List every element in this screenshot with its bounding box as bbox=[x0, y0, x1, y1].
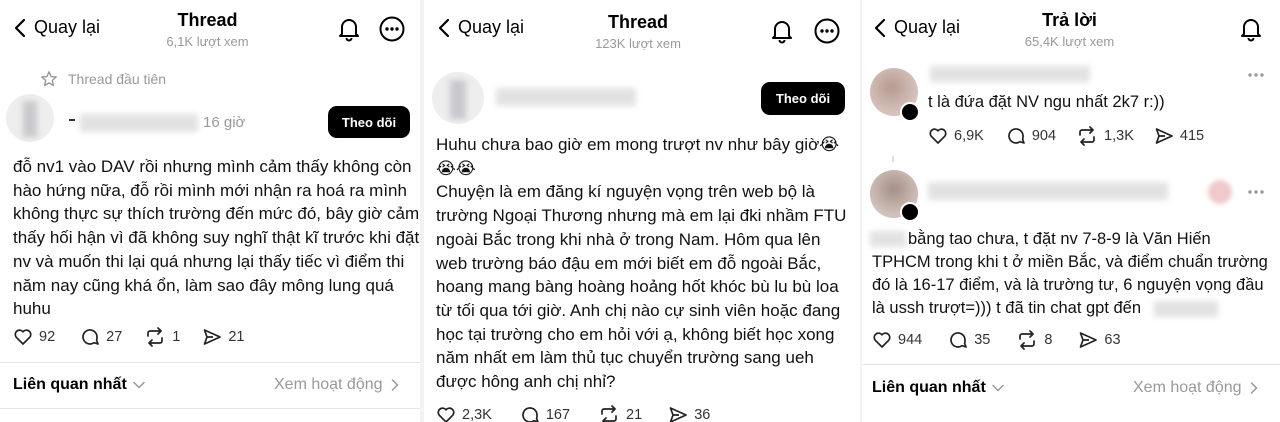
follow-button[interactable]: Theo dõi bbox=[761, 82, 845, 115]
repost-icon bbox=[1079, 126, 1095, 146]
share-button[interactable]: 415 bbox=[1154, 126, 1204, 146]
replies-screen: Quay lại Trả lời 65,4K lượt xem t là đứa… bbox=[862, 0, 1280, 422]
divider bbox=[862, 364, 1280, 365]
comment-button[interactable]: 904 bbox=[1006, 126, 1056, 146]
like-button[interactable]: 2,3K bbox=[436, 405, 492, 422]
repost-icon bbox=[601, 405, 617, 422]
heart-icon bbox=[437, 407, 455, 422]
chevron-right-icon bbox=[1250, 382, 1258, 394]
post-time: 16 giờ bbox=[203, 114, 246, 131]
header: Quay lại Thread 123K lượt xem bbox=[424, 0, 860, 58]
heart-icon bbox=[873, 332, 891, 348]
view-count: 65,4K lượt xem bbox=[1024, 34, 1115, 49]
thread-screen-2: Quay lại Thread 123K lượt xem Theo dõi H… bbox=[424, 0, 860, 422]
more-options-icon[interactable] bbox=[814, 18, 840, 44]
like-button[interactable]: 944 bbox=[872, 330, 922, 350]
thread-line bbox=[892, 156, 894, 162]
comment-button[interactable]: 35 bbox=[948, 330, 990, 350]
comment-button[interactable]: 27 bbox=[80, 327, 122, 347]
header: Quay lại Thread 6,1K lượt xem bbox=[0, 0, 420, 58]
add-follow-badge[interactable] bbox=[900, 202, 920, 222]
comment-icon bbox=[82, 329, 99, 345]
follow-button[interactable]: Theo dõi bbox=[328, 106, 410, 138]
action-bar: 2,3K 167 21 36 bbox=[436, 405, 710, 422]
action-bar: 944 35 8 63 bbox=[872, 330, 1121, 350]
comment-icon bbox=[950, 332, 968, 348]
more-options-icon[interactable] bbox=[1247, 72, 1265, 78]
view-activity-link[interactable]: Xem hoạt động bbox=[1133, 379, 1258, 397]
like-button[interactable]: 92 bbox=[13, 327, 55, 347]
more-options-icon[interactable] bbox=[379, 16, 405, 42]
quoted-avatar bbox=[1208, 180, 1232, 204]
post-body: đỗ nv1 vào DAV rồi nhưng mình cảm thấy k… bbox=[13, 157, 420, 319]
heart-icon bbox=[14, 329, 32, 345]
text-redacted bbox=[1154, 301, 1218, 317]
repost-button[interactable]: 1,3K bbox=[1076, 126, 1134, 146]
page-title: Trả lời bbox=[1042, 10, 1097, 30]
share-button[interactable]: 36 bbox=[668, 405, 710, 422]
send-icon bbox=[1155, 128, 1173, 144]
pinned-label: Thread đầu tiên bbox=[40, 70, 166, 88]
chevron-down-icon bbox=[133, 381, 145, 389]
more-options-icon[interactable] bbox=[1247, 189, 1265, 195]
bell-icon[interactable] bbox=[336, 16, 362, 42]
divider bbox=[0, 362, 420, 363]
chevron-right-icon bbox=[391, 379, 399, 391]
username-dash bbox=[69, 119, 75, 121]
thread-screen-1: Quay lại Thread 6,1K lượt xem Thread đầu… bbox=[0, 0, 420, 422]
avatar[interactable] bbox=[6, 94, 54, 142]
heart-icon bbox=[929, 128, 947, 144]
sort-dropdown[interactable]: Liên quan nhất bbox=[13, 376, 145, 394]
view-activity-link[interactable]: Xem hoạt động bbox=[274, 376, 399, 394]
post-body: Huhu chưa bao giờ em mong trượt nv như b… bbox=[436, 135, 847, 392]
chevron-down-icon bbox=[992, 384, 1004, 392]
share-button[interactable]: 63 bbox=[1078, 330, 1121, 350]
action-bar: 92 27 1 21 bbox=[13, 327, 245, 347]
send-icon bbox=[204, 329, 222, 345]
star-icon bbox=[41, 71, 57, 87]
bell-icon[interactable] bbox=[1238, 16, 1264, 42]
comment-icon bbox=[1008, 128, 1025, 144]
username-redacted bbox=[930, 66, 1090, 82]
reply-text: t là đứa đặt NV ngu nhất 2k7 r:)) bbox=[928, 93, 1165, 111]
sort-dropdown[interactable]: Liên quan nhất bbox=[872, 379, 1004, 397]
send-icon bbox=[1080, 332, 1098, 348]
repost-button[interactable]: 8 bbox=[1016, 330, 1052, 350]
like-button[interactable]: 6,9K bbox=[928, 126, 984, 146]
bell-icon[interactable] bbox=[769, 18, 795, 44]
repost-icon bbox=[1019, 330, 1036, 350]
username-redacted bbox=[928, 182, 1168, 200]
header: Quay lại Trả lời 65,4K lượt xem bbox=[862, 0, 1280, 58]
repost-button[interactable]: 1 bbox=[144, 327, 180, 347]
send-icon bbox=[669, 407, 688, 422]
share-button[interactable]: 21 bbox=[202, 327, 245, 347]
add-follow-badge[interactable] bbox=[900, 102, 920, 122]
repost-button[interactable]: 21 bbox=[598, 405, 642, 422]
comment-icon bbox=[522, 407, 539, 422]
repost-icon bbox=[147, 327, 164, 347]
avatar[interactable] bbox=[432, 72, 484, 124]
action-bar: 6,9K 904 1,3K 415 bbox=[928, 126, 1204, 146]
username-redacted bbox=[496, 88, 636, 106]
username-redacted bbox=[80, 114, 198, 132]
divider bbox=[0, 408, 420, 409]
comment-button[interactable]: 167 bbox=[520, 405, 570, 422]
